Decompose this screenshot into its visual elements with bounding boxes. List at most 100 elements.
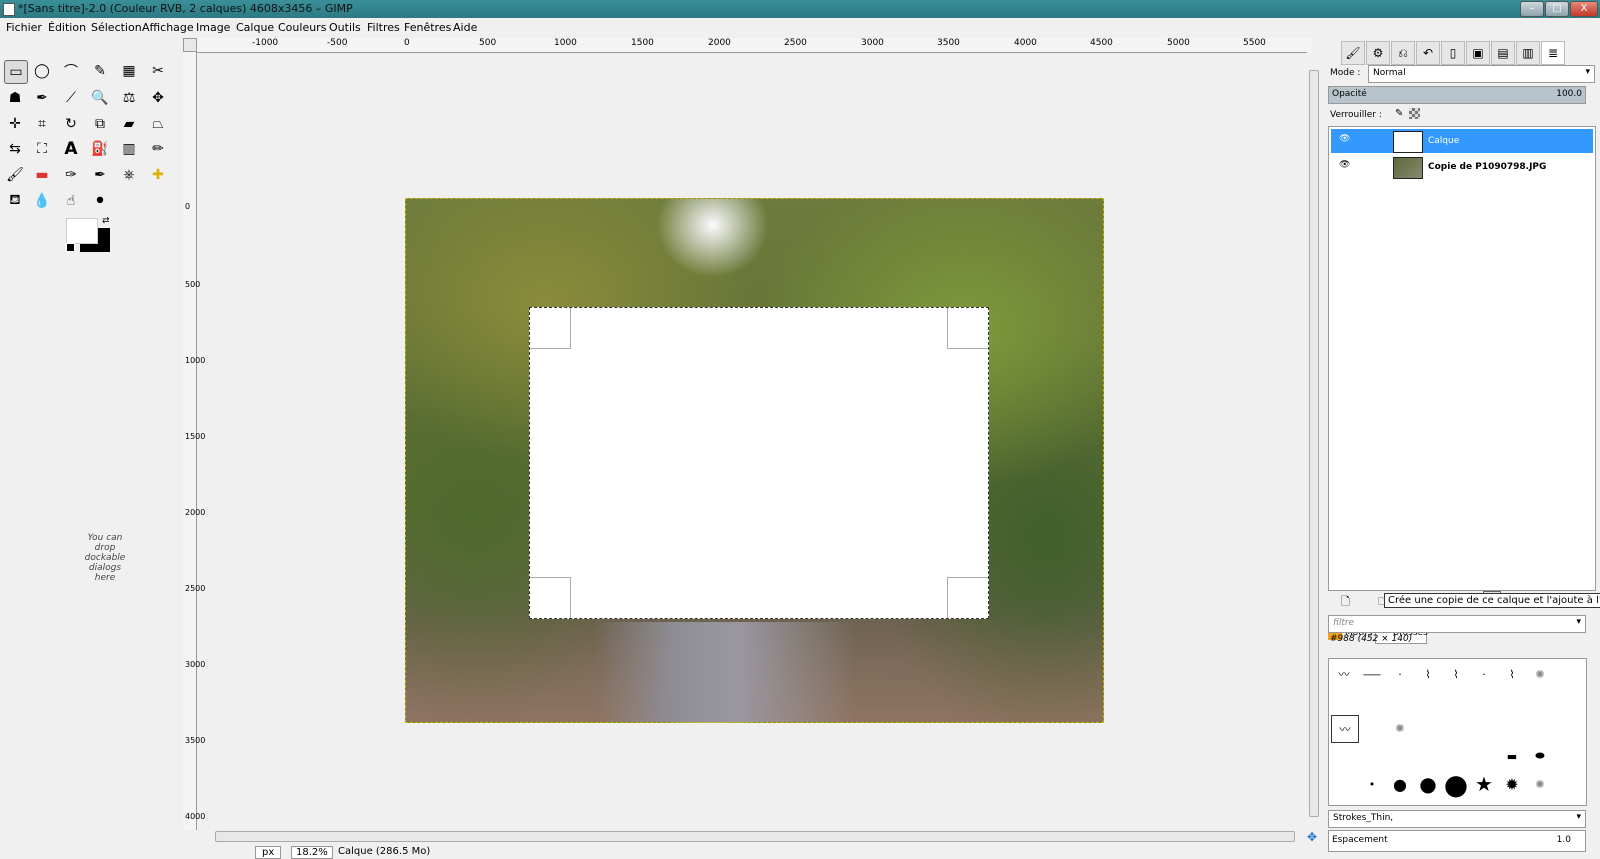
handle-top-right[interactable] [947, 308, 988, 349]
fuzzy-select-icon[interactable]: ✎ [89, 60, 111, 82]
blur-icon[interactable]: 💧 [31, 190, 53, 212]
ruler-origin-button[interactable] [183, 38, 197, 52]
brush-item[interactable]: ⬬ [1527, 743, 1553, 769]
canvas-image[interactable] [405, 198, 1104, 723]
brush-item[interactable]: ✹ [1499, 771, 1525, 797]
menu-filtres[interactable]: Filtres [367, 21, 400, 34]
undo-history-tab-icon[interactable]: ⎌ [1391, 41, 1415, 65]
default-colors-icon[interactable] [66, 243, 75, 252]
handle-bottom-left[interactable] [530, 577, 571, 618]
crop-icon[interactable]: ⌗ [31, 113, 53, 135]
perspective-clone-icon[interactable]: ⛾ [4, 190, 26, 212]
layer-list[interactable]: 👁 Calque 👁 Copie de P1090798.JPG [1328, 126, 1596, 591]
device-status-tab-icon[interactable]: ⚙ [1366, 41, 1390, 65]
airbrush-icon[interactable]: ✑ [60, 164, 82, 186]
channels-tab-icon[interactable]: ▯ [1441, 41, 1465, 65]
brush-item[interactable]: ⸺ [1359, 661, 1385, 687]
brush-item[interactable]: ✺ [1527, 661, 1553, 687]
menu-outils[interactable]: Outils [329, 21, 361, 34]
clone-icon[interactable]: ⎈ [118, 164, 140, 186]
dodge-burn-icon[interactable]: ⚫ [89, 190, 111, 212]
brush-item[interactable]: 〰 [1331, 661, 1357, 687]
brush-item[interactable]: · [1471, 661, 1497, 687]
horizontal-scrollbar[interactable] [215, 830, 1295, 842]
navigate-icon[interactable]: ✥ [1307, 830, 1317, 844]
spacing-slider[interactable]: Espacement 1.0 [1328, 830, 1586, 852]
eraser-icon[interactable]: ▬ [31, 164, 53, 186]
menu-selection[interactable]: Sélection [91, 21, 142, 34]
brush-item[interactable]: ● [1443, 768, 1469, 801]
zoom-icon[interactable]: 🔍 [89, 87, 111, 109]
images-tab-icon[interactable]: ▣ [1466, 41, 1490, 65]
foreground-select-icon[interactable]: ☗ [4, 87, 26, 109]
shear-icon[interactable]: ▰ [118, 113, 140, 135]
smudge-icon[interactable]: ☝ [60, 190, 82, 212]
brush-grid[interactable]: 〰 ⸺ · ⌇ ⌇ · ⌇ ✺ 〰 ✺ ▬ ⬬ • ● ● ● ★ ✹ ✺ [1328, 658, 1587, 806]
paths-icon[interactable]: ✒ [31, 87, 53, 109]
swap-colors-icon[interactable]: ⇄ [102, 216, 110, 226]
layers-tab-icon[interactable]: ≣ [1541, 41, 1565, 65]
menu-edition[interactable]: Édition [48, 21, 86, 34]
brush-item[interactable]: ● [1415, 771, 1441, 797]
layer-row[interactable]: 👁 Copie de P1090798.JPG [1331, 155, 1593, 179]
new-layer-icon[interactable]: 🗋 [1341, 593, 1350, 612]
brush-item[interactable]: • [1359, 771, 1385, 797]
menu-fenetres[interactable]: Fenêtres [404, 21, 451, 34]
brush-set-select[interactable]: Strokes_Thin, ▾ [1328, 810, 1586, 828]
ellipse-select-icon[interactable]: ◯ [31, 60, 53, 82]
tool-options-tab-icon[interactable]: 🖌 [1341, 41, 1365, 65]
mode-select[interactable]: Normal ▾ [1368, 65, 1595, 83]
menu-fichier[interactable]: Fichier [6, 21, 42, 34]
opacity-slider[interactable]: Opacité 100.0 [1328, 86, 1586, 104]
menu-aide[interactable]: Aide [453, 21, 477, 34]
menu-couleurs[interactable]: Couleurs [278, 21, 326, 34]
brush-item[interactable]: ✺ [1387, 715, 1413, 741]
brush-item[interactable]: ⌇ [1443, 661, 1469, 687]
ink-icon[interactable]: ✒ [89, 164, 111, 186]
gradient-icon[interactable]: ▥ [118, 138, 140, 160]
brush-item[interactable]: ▬ [1499, 743, 1525, 769]
lock-pixels-icon[interactable]: ✎ [1395, 108, 1403, 119]
scale-icon[interactable]: ⧉ [89, 113, 111, 135]
eye-icon[interactable]: 👁 [1339, 134, 1350, 144]
lasso-icon[interactable]: ⌒ [60, 60, 82, 82]
close-button[interactable]: X [1570, 1, 1598, 17]
minimize-button[interactable]: – [1520, 1, 1544, 17]
cage-icon[interactable]: ⛶ [31, 138, 53, 160]
pencil-icon[interactable]: ✏ [147, 138, 169, 160]
brush-item[interactable]: ⌇ [1415, 661, 1441, 687]
template-tab-icon[interactable]: ▥ [1516, 41, 1540, 65]
paintbrush-icon[interactable]: 🖌 [4, 164, 26, 186]
horizontal-scroll-thumb[interactable] [215, 831, 1295, 842]
rotate-icon[interactable]: ↻ [60, 113, 82, 135]
bucket-fill-icon[interactable]: ⛽ [89, 138, 111, 160]
brush-item[interactable]: ● [1387, 771, 1413, 797]
menu-affichage[interactable]: Affichage [142, 21, 194, 34]
color-picker-icon[interactable]: ⟋ [60, 87, 82, 109]
document-tab-icon[interactable]: ▤ [1491, 41, 1515, 65]
foreground-color-swatch[interactable] [66, 218, 98, 244]
vertical-scrollbar[interactable] [1307, 52, 1319, 830]
rect-select-icon[interactable]: ▭ [4, 60, 28, 84]
handle-bottom-right[interactable] [947, 577, 988, 618]
vertical-scroll-thumb[interactable] [1309, 70, 1319, 817]
zoom-select[interactable]: 18.2% [291, 846, 333, 859]
white-layer[interactable] [529, 307, 989, 619]
brush-filter-input[interactable]: filtre ▾ [1328, 615, 1586, 633]
heal-icon[interactable]: ✚ [147, 164, 169, 186]
eye-icon[interactable]: 👁 [1339, 160, 1350, 170]
perspective-icon[interactable]: ⏢ [147, 113, 169, 135]
color-select-icon[interactable]: ▦ [118, 60, 140, 82]
brush-item[interactable]: ★ [1471, 771, 1497, 797]
unit-select[interactable]: px [255, 846, 282, 859]
scissors-icon[interactable]: ✂ [147, 60, 169, 82]
align-icon[interactable]: ✛ [4, 113, 26, 135]
brush-item[interactable]: ✺ [1527, 771, 1553, 797]
brush-item[interactable]: · [1387, 661, 1413, 687]
menu-calque[interactable]: Calque [236, 21, 274, 34]
handle-top-left[interactable] [530, 308, 571, 349]
brush-item-selected[interactable]: 〰 [1331, 715, 1359, 743]
menu-image[interactable]: Image [196, 21, 230, 34]
measure-icon[interactable]: ⚖ [118, 87, 140, 109]
move-icon[interactable]: ✥ [147, 87, 169, 109]
